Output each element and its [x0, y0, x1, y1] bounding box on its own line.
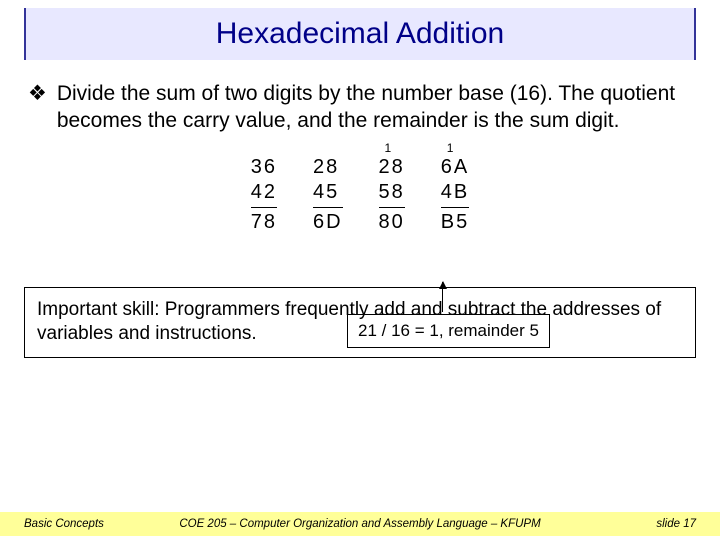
addend-1: 36	[251, 155, 277, 180]
slide-title: Hexadecimal Addition	[216, 17, 505, 51]
bullet-item: ❖ Divide the sum of two digits by the nu…	[28, 80, 692, 135]
sum: 80	[379, 208, 405, 235]
arrow-up-icon	[442, 282, 443, 312]
footer-left: Basic Concepts	[24, 518, 104, 530]
sum: 78	[251, 208, 277, 235]
calculation-callout: 21 / 16 = 1, remainder 5	[347, 314, 547, 348]
carry-digit: 1	[447, 141, 456, 156]
addend-1: 6A	[441, 155, 469, 180]
addition-col-3: 1 28 58 80	[379, 155, 405, 235]
addend-1: 28	[313, 155, 343, 180]
footer-right: slide 17	[656, 518, 696, 530]
content-area: ❖ Divide the sum of two digits by the nu…	[0, 60, 720, 235]
addend-2: 42	[251, 180, 277, 208]
addition-examples: 36 42 78 28 45 6D 1 28 58 80 1 6A 4B B5	[28, 155, 692, 235]
addition-col-2: 28 45 6D	[313, 155, 343, 235]
title-inner: Hexadecimal Addition	[26, 8, 694, 60]
addend-2: 58	[379, 180, 405, 208]
bullet-text: Divide the sum of two digits by the numb…	[57, 80, 692, 135]
carry-digit: 1	[385, 141, 394, 156]
addition-col-4: 1 6A 4B B5	[441, 155, 469, 235]
title-bar: Hexadecimal Addition	[24, 8, 696, 60]
sum: 6D	[313, 208, 343, 235]
calculation-text: 21 / 16 = 1, remainder 5	[347, 314, 550, 348]
addition-col-1: 36 42 78	[251, 155, 277, 235]
footer-center: COE 205 – Computer Organization and Asse…	[0, 518, 720, 530]
footer-bar: Basic Concepts COE 205 – Computer Organi…	[0, 512, 720, 536]
sum: B5	[441, 208, 469, 235]
addend-2: 4B	[441, 180, 469, 208]
addend-1: 28	[379, 155, 405, 180]
diamond-bullet-icon: ❖	[28, 80, 47, 107]
addend-2: 45	[313, 180, 343, 208]
